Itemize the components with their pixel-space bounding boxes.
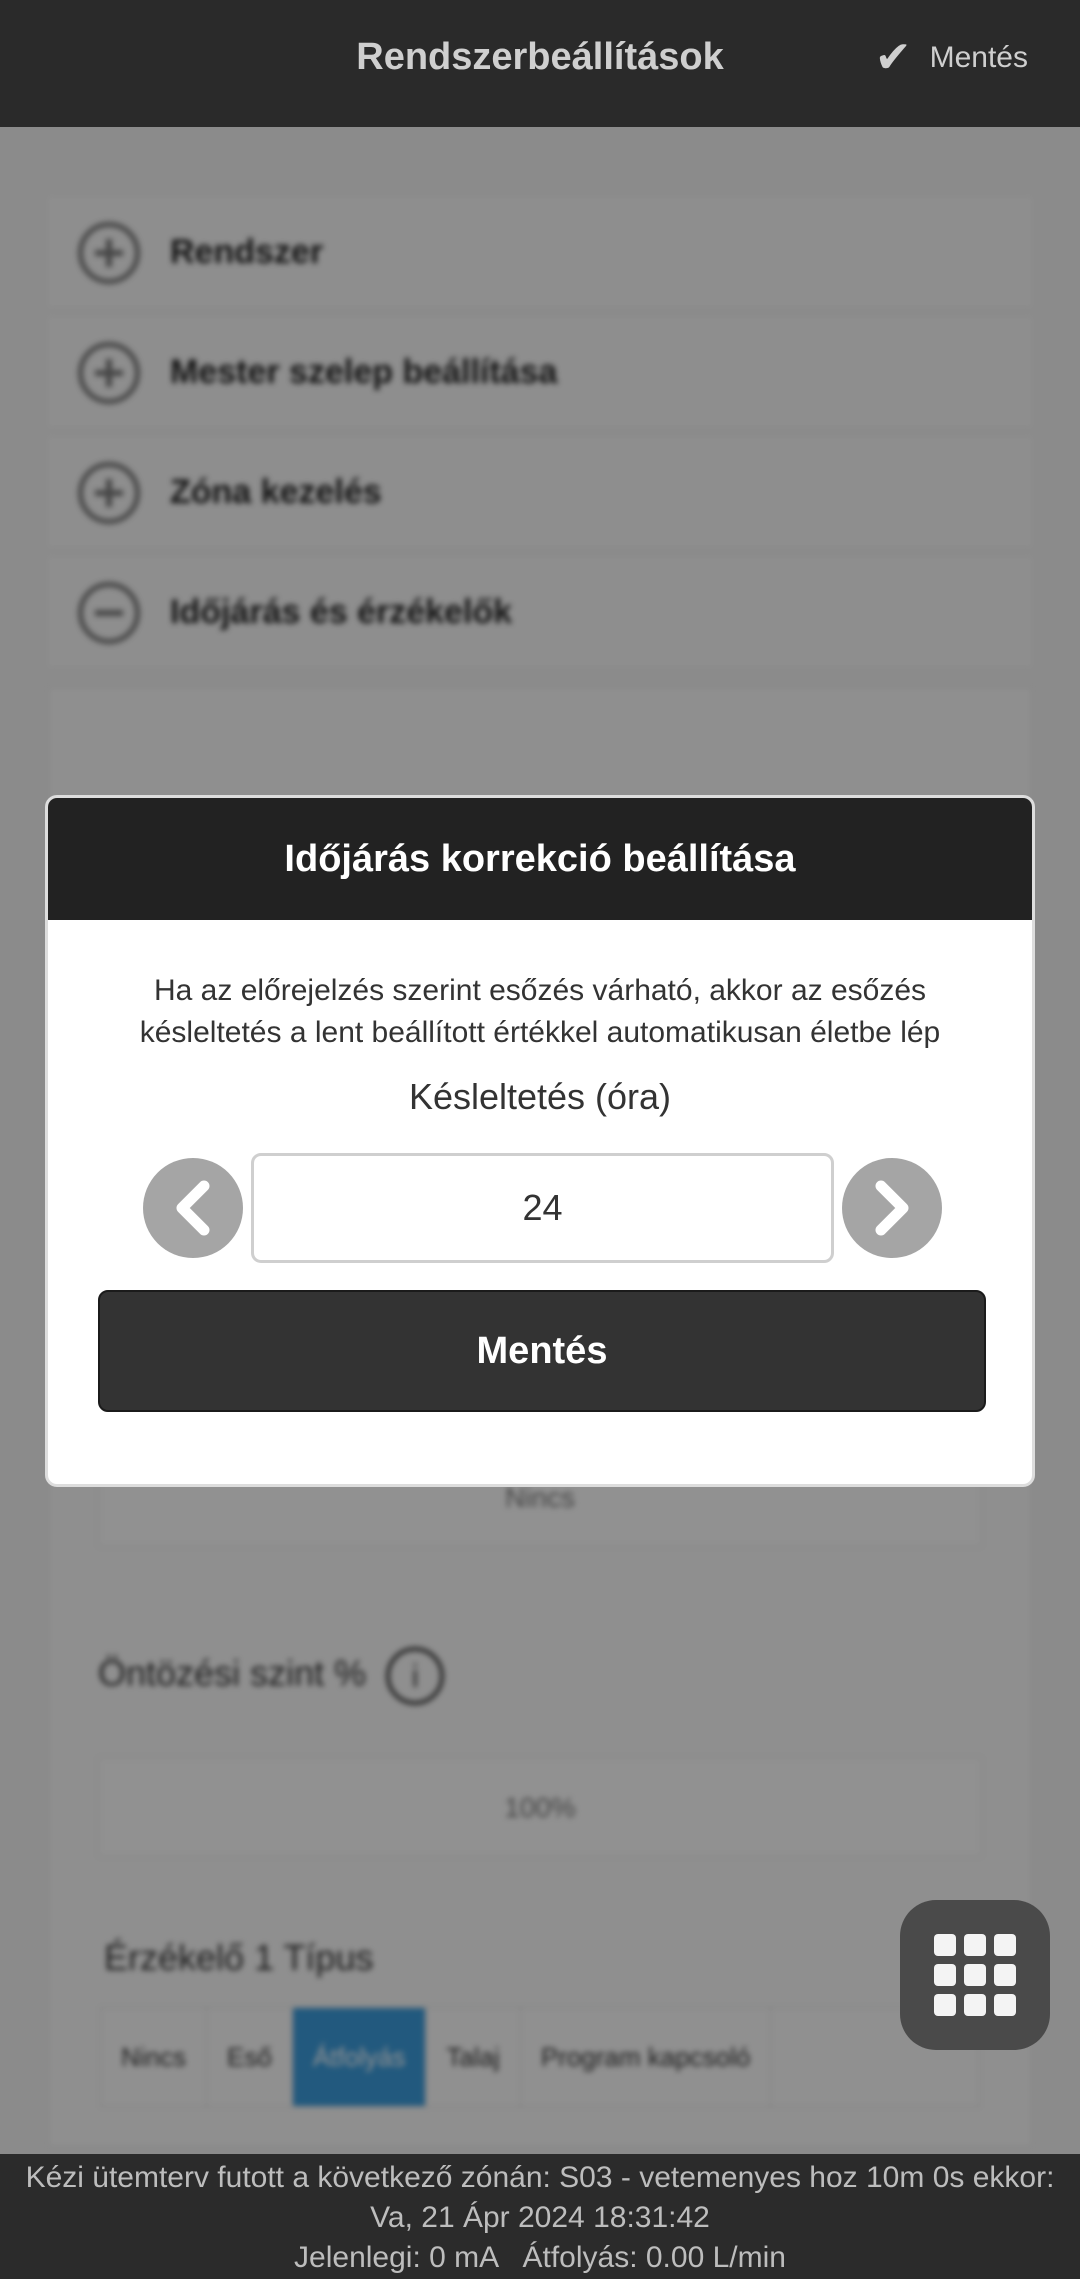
grid-dot <box>934 1964 956 1986</box>
grid-dot <box>994 1994 1016 2016</box>
grid-dot <box>964 1994 986 2016</box>
header-save-label: Mentés <box>929 41 1028 74</box>
dialog-save-button[interactable]: Mentés <box>98 1290 986 1412</box>
decrement-button[interactable] <box>143 1158 243 1258</box>
increment-button[interactable] <box>842 1158 942 1258</box>
status-line-2: Va, 21 Ápr 2024 18:31:42 <box>370 2201 710 2234</box>
chevron-left-icon <box>176 1180 210 1236</box>
grid-icon <box>934 1934 956 1956</box>
dialog-description: Ha az előrejelzés szerint esőzés várható… <box>139 974 941 1049</box>
header-save-button[interactable]: ✔ Mentés <box>875 36 1028 80</box>
keypad-button[interactable] <box>900 1900 1050 2050</box>
delay-stepper: 24 <box>48 1153 1032 1263</box>
delay-label: Késleltetés (óra) <box>408 1076 672 1117</box>
app-header: Rendszerbeállítások ✔ Mentés <box>0 0 1080 127</box>
chevron-right-icon <box>875 1180 909 1236</box>
grid-dot <box>964 1934 986 1956</box>
dialog-title: Időjárás korrekció beállítása <box>48 798 1032 920</box>
status-line-3: Jelenlegi: 0 mA Átfolyás: 0.00 L/min <box>294 2241 786 2274</box>
weather-correction-dialog: Időjárás korrekció beállítása Ha az előr… <box>45 795 1035 1487</box>
grid-dot <box>994 1934 1016 1956</box>
status-line-1: Kézi ütemterv futott a következő zónán: … <box>25 2161 1055 2194</box>
grid-dot <box>934 1994 956 2016</box>
status-bar: Kézi ütemterv futott a következő zónán: … <box>0 2154 1080 2279</box>
grid-dot <box>964 1964 986 1986</box>
grid-dot <box>994 1964 1016 1986</box>
delay-value-input[interactable]: 24 <box>251 1153 834 1263</box>
check-icon: ✔ <box>874 33 912 82</box>
